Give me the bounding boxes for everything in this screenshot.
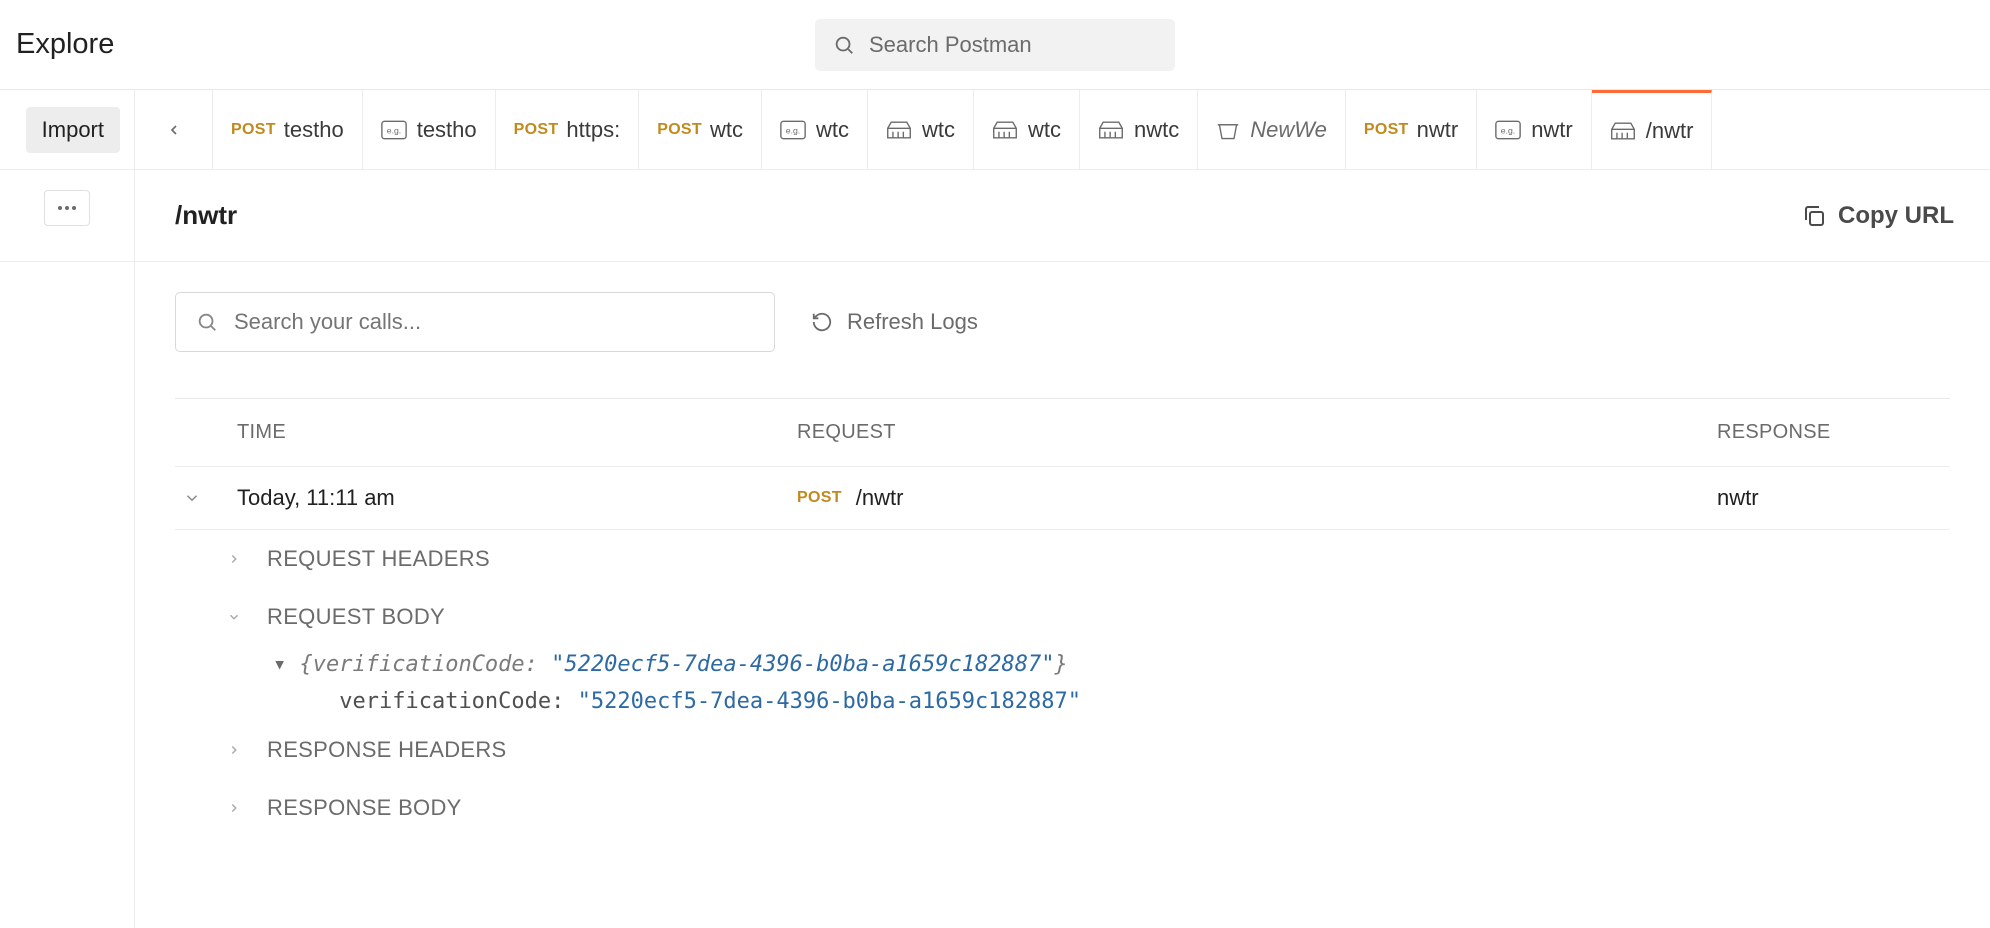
tab-websocket-new[interactable]: NewWe <box>1198 90 1346 169</box>
title-area: /nwtr Copy URL <box>135 170 1990 261</box>
table-header: TIME REQUEST RESPONSE <box>175 399 1950 467</box>
example-icon: e.g. <box>780 120 806 140</box>
tab-label: testho <box>284 117 344 143</box>
section-request-body[interactable]: REQUEST BODY <box>227 588 1950 646</box>
tab-scroll-back-button[interactable] <box>135 90 213 169</box>
refresh-icon <box>811 311 833 333</box>
cell-response: nwtr <box>1717 485 1950 511</box>
http-method-badge: POST <box>1364 121 1409 139</box>
calls-table: TIME REQUEST RESPONSE Today, 11:11 am PO… <box>175 398 1950 837</box>
tab-label: wtc <box>1028 117 1061 143</box>
mock-server-icon <box>1098 119 1124 141</box>
explore-link[interactable]: Explore <box>16 28 114 61</box>
cell-request: POST /nwtr <box>797 485 1717 511</box>
tab-example-nwtr[interactable]: e.g. nwtr <box>1477 90 1592 169</box>
mock-server-icon <box>992 119 1018 141</box>
http-method-badge: POST <box>657 121 702 139</box>
tab-label: https: <box>566 117 620 143</box>
tab-label: wtc <box>710 117 743 143</box>
search-calls-input[interactable] <box>234 309 754 335</box>
section-label: RESPONSE BODY <box>267 795 462 821</box>
tab-example-wtc[interactable]: e.g. wtc <box>762 90 868 169</box>
tab-label: nwtr <box>1531 117 1573 143</box>
search-calls[interactable] <box>175 292 775 352</box>
websocket-icon <box>1216 119 1240 141</box>
tab-mock-wtc-2[interactable]: wtc <box>974 90 1080 169</box>
body: Refresh Logs TIME REQUEST RESPONSE Today… <box>0 262 1990 928</box>
json-kv-line: verificationCode: "5220ecf5-7dea-4396-b0… <box>273 683 1950 720</box>
tabbar: POST testho e.g. testho POST https: POST… <box>135 90 1990 169</box>
col-time: TIME <box>237 421 797 444</box>
search-postman[interactable]: Search Postman <box>815 19 1175 71</box>
col-response: RESPONSE <box>1717 421 1950 444</box>
table-row[interactable]: Today, 11:11 am POST /nwtr nwtr <box>175 467 1950 530</box>
tab-label: nwtr <box>1417 117 1459 143</box>
left-col-mid <box>0 170 135 261</box>
section-response-headers[interactable]: RESPONSE HEADERS <box>227 721 1950 779</box>
search-postman-placeholder: Search Postman <box>869 32 1032 58</box>
example-icon: e.g. <box>381 120 407 140</box>
copy-url-button[interactable]: Copy URL <box>1802 202 1954 230</box>
svg-text:e.g.: e.g. <box>386 125 400 135</box>
section-request-headers[interactable]: REQUEST HEADERS <box>227 530 1950 588</box>
tab-mock-nwtc[interactable]: nwtc <box>1080 90 1198 169</box>
example-icon: e.g. <box>1495 120 1521 140</box>
refresh-logs-button[interactable]: Refresh Logs <box>811 309 978 335</box>
section-response-body[interactable]: RESPONSE BODY <box>227 779 1950 837</box>
tab-label: wtc <box>922 117 955 143</box>
calls-toolbar: Refresh Logs <box>175 292 1950 352</box>
tab-post-https[interactable]: POST https: <box>496 90 640 169</box>
expand-row-toggle[interactable] <box>175 489 237 507</box>
copy-url-label: Copy URL <box>1838 202 1954 230</box>
request-body-json: ▾ {verificationCode: "5220ecf5-7dea-4396… <box>227 646 1950 721</box>
chevron-down-icon <box>227 610 249 624</box>
tab-label: wtc <box>816 117 849 143</box>
copy-icon <box>1802 204 1826 228</box>
chevron-right-icon <box>227 743 249 757</box>
row-details: REQUEST HEADERS REQUEST BODY ▾ {verifica… <box>175 530 1950 837</box>
section-label: RESPONSE HEADERS <box>267 737 507 763</box>
http-method-badge: POST <box>231 121 276 139</box>
mock-server-icon <box>886 119 912 141</box>
col-request: REQUEST <box>797 421 1717 444</box>
tab-mock-nwtr-active[interactable]: /nwtr <box>1592 90 1713 169</box>
svg-text:e.g.: e.g. <box>786 125 800 135</box>
tab-label: NewWe <box>1250 117 1327 143</box>
import-button[interactable]: Import <box>26 107 120 153</box>
tab-label: testho <box>417 117 477 143</box>
top-header: Explore Search Postman <box>0 0 1990 90</box>
content: Refresh Logs TIME REQUEST RESPONSE Today… <box>135 262 1990 928</box>
left-sidebar <box>0 262 135 928</box>
tab-label: /nwtr <box>1646 118 1694 144</box>
tab-post-nwtr[interactable]: POST nwtr <box>1346 90 1477 169</box>
tabbar-row: Import POST testho e.g. testho POST http… <box>0 90 1990 170</box>
tab-post-testho[interactable]: POST testho <box>213 90 363 169</box>
search-icon <box>196 311 218 333</box>
title-row: /nwtr Copy URL <box>0 170 1990 262</box>
page-title: /nwtr <box>175 200 237 231</box>
json-summary-line[interactable]: ▾ {verificationCode: "5220ecf5-7dea-4396… <box>273 646 1950 683</box>
mock-server-icon <box>1610 120 1636 142</box>
chevron-right-icon <box>227 552 249 566</box>
search-icon <box>833 34 855 56</box>
tab-post-wtc[interactable]: POST wtc <box>639 90 762 169</box>
cell-time: Today, 11:11 am <box>237 485 797 511</box>
svg-text:e.g.: e.g. <box>1501 125 1515 135</box>
tab-example-testho[interactable]: e.g. testho <box>363 90 496 169</box>
refresh-logs-label: Refresh Logs <box>847 309 978 335</box>
section-label: REQUEST HEADERS <box>267 546 490 572</box>
http-method-badge: POST <box>797 489 842 507</box>
http-method-badge: POST <box>514 121 559 139</box>
section-label: REQUEST BODY <box>267 604 445 630</box>
request-path: /nwtr <box>856 485 904 511</box>
more-options-button[interactable] <box>44 190 90 226</box>
tab-label: nwtc <box>1134 117 1179 143</box>
left-col-top: Import <box>0 90 135 169</box>
chevron-right-icon <box>227 801 249 815</box>
tab-mock-wtc-1[interactable]: wtc <box>868 90 974 169</box>
